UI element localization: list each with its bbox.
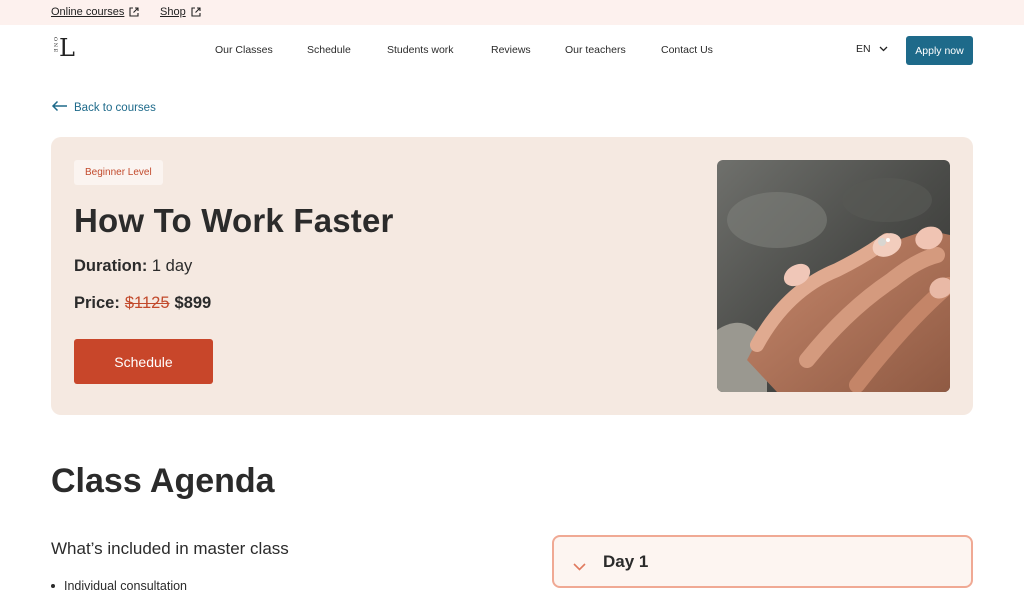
apply-now-button[interactable]: Apply now <box>906 36 973 65</box>
top-announcement-bar: Online courses Shop <box>0 0 1024 25</box>
external-link-icon <box>129 7 139 17</box>
brand-logo[interactable]: O N E L <box>50 34 80 64</box>
nav-item-contact-us[interactable]: Contact Us <box>661 44 713 56</box>
nav-item-our-teachers[interactable]: Our teachers <box>565 44 626 56</box>
agenda-subtitle: What’s included in master class <box>51 539 289 558</box>
bullet-icon <box>51 584 55 588</box>
level-badge: Beginner Level <box>74 160 163 185</box>
course-photo <box>717 160 950 392</box>
price-label: Price: <box>74 294 120 312</box>
agenda-list: Individual consultation <box>51 579 187 593</box>
external-link-icon <box>191 7 201 17</box>
logo-letter: L <box>59 34 75 62</box>
arrow-left-icon <box>51 100 68 115</box>
online-courses-link[interactable]: Online courses <box>51 6 139 18</box>
course-duration: Duration: 1 day <box>74 257 192 276</box>
chevron-down-icon <box>573 558 586 571</box>
chevron-down-icon <box>879 43 888 55</box>
language-selector[interactable]: EN <box>856 43 888 55</box>
site-header: O N E L Our Classes Schedule Students wo… <box>0 25 1024 77</box>
class-agenda-title: Class Agenda <box>51 462 275 500</box>
nav-item-schedule[interactable]: Schedule <box>307 44 351 56</box>
course-hero-card: Beginner Level How To Work Faster Durati… <box>51 137 973 415</box>
nav-item-our-classes[interactable]: Our Classes <box>215 44 273 56</box>
day-label: Day 1 <box>603 552 649 571</box>
course-price: Price: $1125 $899 <box>74 294 211 313</box>
duration-value: 1 day <box>151 257 193 275</box>
price-new: $899 <box>174 294 212 312</box>
language-value: EN <box>856 43 871 55</box>
duration-label: Duration: <box>74 257 148 275</box>
back-to-courses-link[interactable]: Back to courses <box>51 100 156 115</box>
list-item: Individual consultation <box>51 579 187 593</box>
nav-item-reviews[interactable]: Reviews <box>491 44 531 56</box>
back-to-courses-label: Back to courses <box>74 101 156 114</box>
day-accordion[interactable]: Day 1 <box>552 535 973 588</box>
schedule-button[interactable]: Schedule <box>74 339 213 384</box>
online-courses-link-label: Online courses <box>51 6 125 18</box>
nav-item-students-work[interactable]: Students work <box>387 44 454 56</box>
list-item-label: Individual consultation <box>64 579 187 593</box>
course-title: How To Work Faster <box>74 202 394 239</box>
shop-link[interactable]: Shop <box>160 6 201 18</box>
price-old: $1125 <box>124 294 170 312</box>
shop-link-label: Shop <box>160 6 186 18</box>
logo-stack-text: O N E <box>52 37 58 53</box>
